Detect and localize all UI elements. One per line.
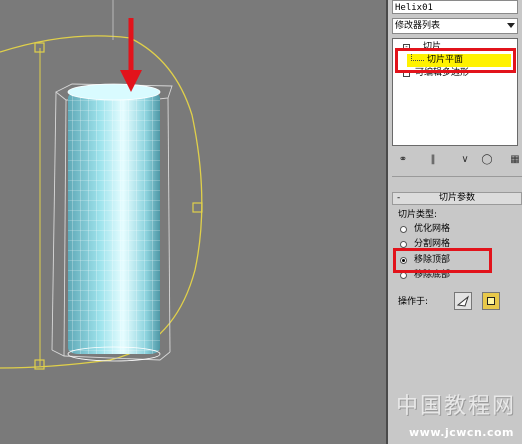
radio-label: 优化网格 — [414, 224, 451, 234]
make-unique-icon[interactable]: ∨ — [458, 153, 472, 167]
square-element-icon — [487, 297, 495, 305]
modifier-list-dropdown[interactable]: 修改器列表 — [392, 18, 518, 34]
radio-refine-mesh[interactable]: 优化网格 — [398, 223, 508, 236]
operate-on-face-button[interactable] — [454, 292, 472, 310]
collapse-icon: - — [397, 193, 401, 203]
stack-toolbar: ⚭ ‖ ∨ ◯ ▦ — [392, 152, 522, 170]
slice-parameters-rollout-header[interactable]: - 切片参数 — [392, 192, 522, 205]
annotation-arrow — [120, 18, 142, 92]
show-end-result-icon[interactable]: ‖ — [426, 153, 440, 167]
pin-stack-icon[interactable]: ⚭ — [396, 153, 410, 167]
slice-type-label: 切片类型: — [398, 210, 438, 220]
remove-modifier-icon[interactable]: ◯ — [480, 153, 494, 167]
operate-on-element-button[interactable] — [482, 292, 500, 310]
watermark-url: www.jcwcn.com — [409, 426, 514, 439]
watermark-text: 中国教程网 — [395, 394, 516, 419]
viewport[interactable] — [0, 0, 386, 444]
configure-modifier-sets-icon[interactable]: ▦ — [508, 153, 522, 167]
viewport-scene — [0, 0, 203, 370]
operate-on-label: 操作于: — [398, 297, 429, 307]
radio-button[interactable] — [400, 241, 407, 248]
annotation-highlight-remove-top — [393, 248, 492, 273]
chevron-down-icon — [507, 23, 515, 28]
cylinder-mesh — [67, 83, 161, 362]
radio-button[interactable] — [400, 226, 407, 233]
triangle-face-icon — [456, 295, 470, 307]
divider — [392, 176, 522, 177]
rollout-title: 切片参数 — [439, 193, 476, 203]
max-screenshot: Helix01 修改器列表 - 切片 切片平面 可编辑多边形 ⚭ ‖ ∨ ◯ ▦… — [0, 0, 522, 444]
annotation-highlight-stack — [395, 48, 516, 73]
radio-button[interactable] — [400, 272, 407, 279]
modifier-list-label: 修改器列表 — [395, 21, 441, 31]
object-name-field[interactable]: Helix01 — [392, 0, 518, 14]
